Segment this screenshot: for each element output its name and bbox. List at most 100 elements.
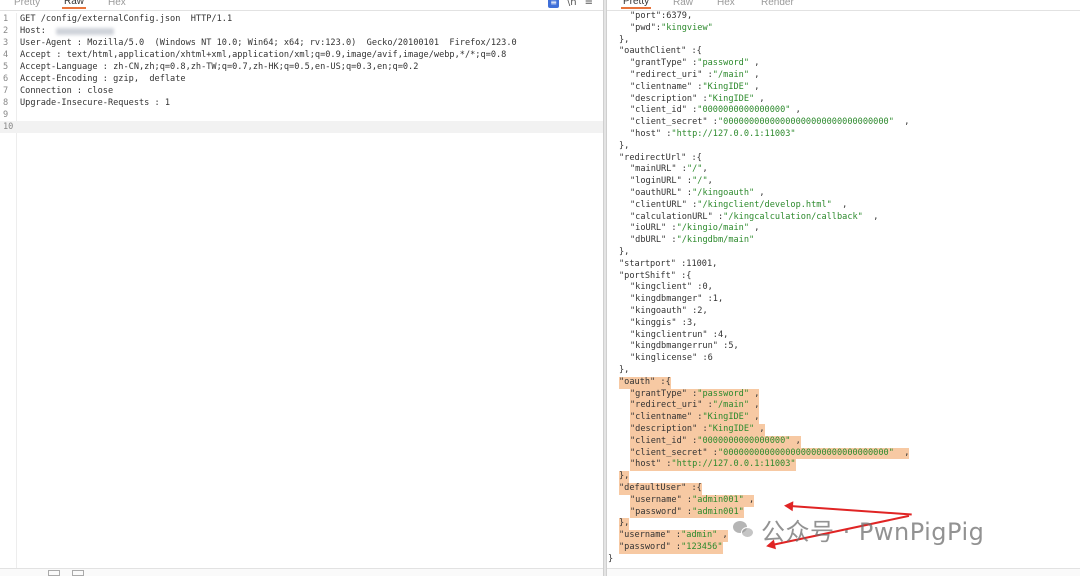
json-key: "client_secret" [630,447,708,458]
line-number: 10 [3,122,14,132]
json-line: }, [607,35,1080,47]
json-punct: : [675,258,687,269]
json-line: }, [607,471,1080,483]
json-punct: : [676,164,687,175]
json-line: "kingoauth" :2, [607,306,1080,318]
json-punct: }, [619,518,630,529]
json-punct: : [686,306,698,316]
json-line: "portShift" :{ [607,271,1080,283]
json-punct: :{ [686,152,702,163]
json-punct: : [686,435,698,446]
json-punct: }, [619,365,630,375]
json-key: "kingoauth" [630,306,687,316]
request-tab-pretty[interactable]: Pretty [12,0,42,9]
request-tab-hex[interactable]: Hex [106,0,128,9]
json-string: "http://127.0.0.1:11003" [671,459,796,470]
json-punct: : [707,447,718,458]
json-punct: : [681,506,693,517]
response-editor[interactable]: "port":6379, "pwd":"kingview"}, "oauthClie… [607,11,1080,568]
json-line: "loginURL" :"/", [607,176,1080,188]
menu-icon[interactable]: ≡ [585,0,593,9]
json-punct: : [692,412,703,423]
json-punct: , [686,11,693,21]
json-line: "calculationURL" :"/kingcalculation/call… [607,212,1080,224]
request-line-text: Accept-Encoding : gzip, deflate [20,74,186,84]
json-punct: :{ [675,270,692,281]
json-punct: , [749,388,760,399]
json-key: "dbURL" [630,235,667,246]
json-key: "grantType" [630,58,687,69]
request-line-text: User-Agent : Mozilla/5.0 (Windows NT 10.… [20,38,517,48]
json-key: "password" [619,542,671,552]
json-line: "client_id" :"0000000000000000" , [607,105,1080,117]
json-key: "calculationURL" [630,211,713,222]
json-key: "clientURL" [630,199,687,210]
json-key: "startport" [619,258,676,269]
json-key: "ioURL" [630,223,667,234]
request-line: 4 Accept : text/html,application/xhtml+xm… [0,49,603,61]
line-number: 6 [3,74,9,84]
json-punct: }, [619,247,630,257]
json-line: "startport" :11001, [607,259,1080,271]
json-key: "description" [630,424,698,434]
request-line: 2 Host: [0,25,603,37]
json-punct: , [733,341,739,352]
response-tab-hex[interactable]: Hex [715,0,737,9]
json-key: "kingclientrun" [630,329,708,340]
request-line-text: Connection : close [20,86,114,96]
json-punct: , [893,447,910,458]
json-line: "kinglicense" :6 [607,353,1080,365]
newline-icon[interactable]: \n [567,0,577,9]
search-box[interactable] [48,570,60,576]
json-string: "password" [697,58,750,69]
json-string: "123456" [681,542,723,552]
message-icon[interactable]: ≡ [548,0,559,8]
json-key: "username" [619,530,671,541]
json-line: "clientname" :"KingIDE" , [607,82,1080,94]
json-line: "pwd":"kingview" [607,23,1080,35]
json-punct: , [749,81,760,92]
json-punct: : [717,341,729,352]
json-punct: , [712,258,718,269]
json-punct: : [666,235,677,246]
line-number: 1 [3,14,9,24]
json-punct: , [749,70,760,80]
json-line: "mainURL" :"/", [607,164,1080,176]
json-line: "kingclient" :0, [607,282,1080,294]
json-key: "clientname" [630,81,693,92]
json-key: "client_id" [630,105,687,116]
json-punct: : [670,530,682,541]
json-punct: : [702,294,713,305]
json-punct: : [707,117,718,128]
json-string: "http://127.0.0.1:11003" [671,129,796,139]
response-tab-render[interactable]: Render [759,0,796,9]
request-tab-raw[interactable]: Raw [62,0,87,9]
json-punct: : [686,58,698,69]
json-string: "00000000000000000000000000000000" [717,117,894,128]
response-tab-raw[interactable]: Raw [671,0,695,9]
json-line: "port":6379, [607,11,1080,23]
response-tab-pretty[interactable]: Pretty [621,0,652,9]
search-box[interactable] [72,570,84,576]
json-key: "kinglicense" [630,353,698,364]
request-editor[interactable]: 1 GET /config/externalConfig.json HTTP/1.… [0,13,603,568]
json-line: "ioURL" :"/kingio/main" , [607,223,1080,235]
json-key: "loginURL" [630,176,682,187]
json-punct: , [790,435,801,446]
json-line: "redirect_uri" :"/main" , [607,70,1080,82]
json-key: "oauthURL" [630,188,682,198]
json-string: "/" [686,164,703,175]
json-punct: , [743,494,755,505]
json-string: "KingIDE" [702,81,750,92]
response-tabbar: Pretty Raw Hex Render [607,0,1080,11]
json-line: "kinggis" :3, [607,318,1080,330]
request-line: 7 Connection : close [0,85,603,97]
json-punct: , [749,58,760,69]
json-punct: : [692,81,703,92]
json-number: 6379 [666,11,687,21]
request-line: 1 GET /config/externalConfig.json HTTP/1.… [0,13,603,25]
json-string: "/kingcalculation/callback" [723,211,863,222]
json-string: "KingIDE" [702,412,750,423]
json-string: "/kingclient/develop.html" [697,199,832,210]
json-key: "username" [630,494,682,505]
